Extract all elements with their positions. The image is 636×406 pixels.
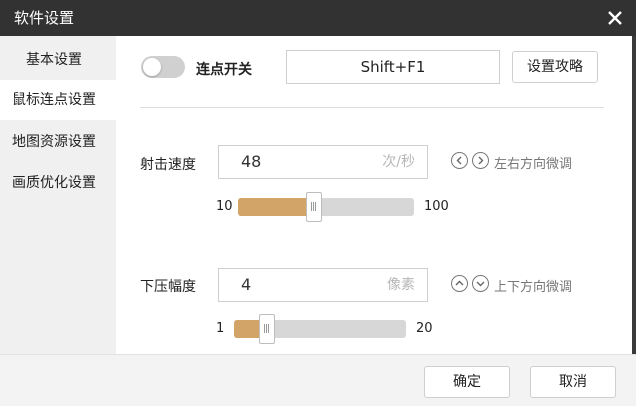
recoil-slider[interactable]	[234, 314, 406, 344]
hotkey-input[interactable]: Shift+F1	[286, 50, 500, 84]
fire-speed-unit: 次/秒	[382, 154, 415, 170]
sidebar-item-mouse-click[interactable]: 鼠标连点设置	[0, 80, 116, 120]
ok-button[interactable]: 确定	[424, 366, 510, 398]
sidebar: 基本设置 鼠标连点设置 地图资源设置 画质优化设置	[0, 36, 116, 354]
slider-handle[interactable]	[259, 314, 275, 344]
fire-speed-min: 10	[216, 199, 233, 214]
recoil-max: 20	[416, 321, 433, 336]
divider	[140, 107, 604, 108]
sidebar-item-label: 基本设置	[26, 52, 82, 68]
sidebar-item-label: 鼠标连点设置	[12, 92, 96, 108]
sidebar-item-label: 画质优化设置	[12, 175, 96, 191]
chevron-right-icon[interactable]	[472, 152, 489, 169]
guide-button[interactable]: 设置攻略	[512, 51, 598, 83]
recoil-unit: 像素	[387, 277, 415, 293]
slider-handle[interactable]	[306, 192, 322, 222]
window-edge	[632, 36, 636, 354]
toggle-knob	[143, 58, 161, 76]
chevron-up-icon[interactable]	[451, 275, 468, 292]
sidebar-item-map-resources[interactable]: 地图资源设置	[0, 122, 116, 162]
fire-speed-hint: 左右方向微调	[494, 157, 573, 172]
close-icon[interactable]	[604, 7, 626, 29]
title-bar: 软件设置	[0, 0, 636, 36]
fire-speed-input[interactable]: 48 次/秒	[218, 145, 428, 179]
fire-speed-label: 射击速度	[140, 157, 196, 173]
slider-fill	[238, 198, 313, 216]
fire-speed-max: 100	[424, 199, 449, 214]
fire-speed-value: 48	[241, 152, 262, 171]
chevron-left-icon[interactable]	[451, 152, 468, 169]
chevron-down-icon[interactable]	[472, 275, 489, 292]
click-switch-label: 连点开关	[196, 62, 252, 78]
dialog-footer: 确定 取消	[0, 354, 636, 406]
recoil-label: 下压幅度	[140, 279, 196, 295]
fire-speed-slider[interactable]	[238, 192, 414, 222]
recoil-hint: 上下方向微调	[494, 280, 573, 295]
sidebar-item-label: 地图资源设置	[12, 134, 96, 150]
recoil-input[interactable]: 4 像素	[218, 268, 428, 302]
settings-dialog: 软件设置 基本设置 鼠标连点设置 地图资源设置 画质优化设置 连点开关 Shif…	[0, 0, 636, 406]
click-switch-toggle[interactable]	[141, 56, 185, 78]
sidebar-item-basic[interactable]: 基本设置	[0, 40, 116, 80]
window-title: 软件设置	[14, 9, 75, 27]
sidebar-item-graphics[interactable]: 画质优化设置	[0, 163, 116, 203]
cancel-button[interactable]: 取消	[530, 366, 616, 398]
recoil-value: 4	[241, 275, 252, 294]
recoil-min: 1	[216, 321, 225, 336]
